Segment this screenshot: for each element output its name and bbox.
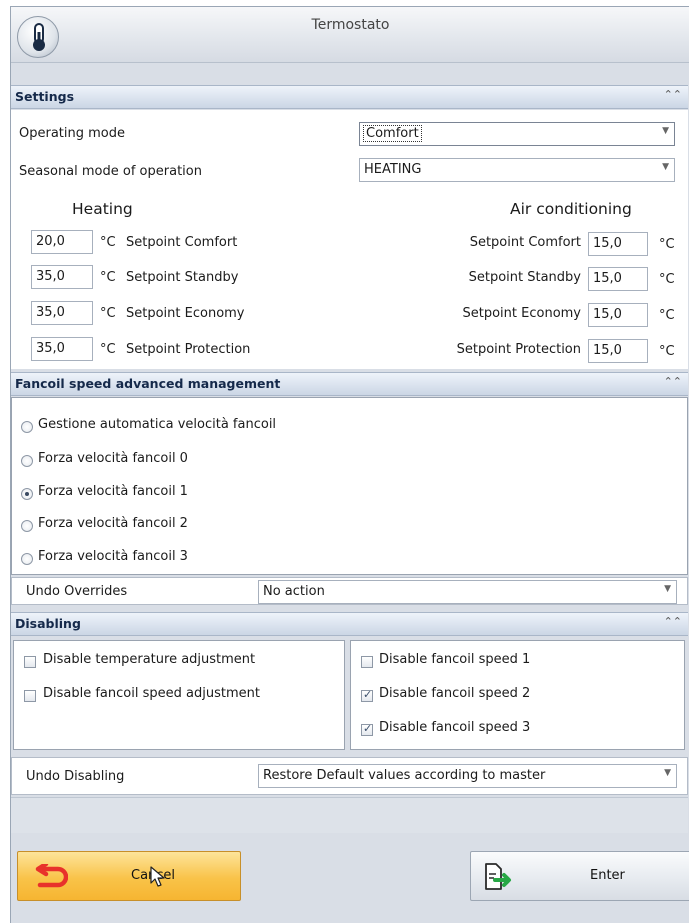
unit-label: °C xyxy=(659,308,675,323)
heating-setpoint-standby-label: Setpoint Standby xyxy=(126,270,239,285)
checkbox-disable-fancoil-adjust[interactable] xyxy=(24,690,36,702)
unit-label: °C xyxy=(100,342,116,357)
fancoil-section-header[interactable]: Fancoil speed advanced management ⌃⌃ xyxy=(11,372,688,396)
seasonal-mode-label: Seasonal mode of operation xyxy=(19,164,202,179)
window-title: Termostato xyxy=(311,17,390,33)
disabling-section-title: Disabling xyxy=(15,616,81,631)
radio-label[interactable]: Forza velocità fancoil 2 xyxy=(38,516,188,531)
heating-setpoint-protection-input[interactable]: 35,0 xyxy=(31,337,93,361)
enter-button[interactable]: Enter xyxy=(470,851,689,901)
checkbox-label[interactable]: Disable temperature adjustment xyxy=(43,652,255,667)
undo-disabling-label: Undo Disabling xyxy=(26,769,125,784)
checkbox-disable-speed-2[interactable] xyxy=(361,688,373,702)
undo-overrides-value: No action xyxy=(263,584,325,599)
undo-disabling-select[interactable]: Restore Default values according to mast… xyxy=(258,764,677,788)
enter-button-label: Enter xyxy=(590,868,625,883)
heating-heading: Heating xyxy=(72,200,133,218)
settings-section-header[interactable]: Settings ⌃⌃ xyxy=(11,85,688,109)
disabling-left-group: Disable temperature adjustment Disable f… xyxy=(13,640,345,750)
radio-label[interactable]: Gestione automatica velocità fancoil xyxy=(38,417,276,432)
checkbox-label[interactable]: Disable fancoil speed adjustment xyxy=(43,686,260,701)
chevron-down-icon: ▼ xyxy=(662,126,669,136)
aircon-setpoint-protection-input[interactable]: 15,0 xyxy=(588,339,648,363)
heating-setpoint-comfort-input[interactable]: 20,0 xyxy=(31,230,93,254)
unit-label: °C xyxy=(100,306,116,321)
collapse-icon[interactable]: ⌃⌃ xyxy=(664,615,682,628)
checkbox-label[interactable]: Disable fancoil speed 3 xyxy=(379,720,530,735)
unit-label: °C xyxy=(659,272,675,287)
aircon-setpoint-comfort-label: Setpoint Comfort xyxy=(469,235,581,250)
disabling-right-group: Disable fancoil speed 1 Disable fancoil … xyxy=(350,640,685,750)
bottom-spacer xyxy=(11,797,688,833)
seasonal-mode-select[interactable]: HEATING ▼ xyxy=(359,158,675,182)
aircon-setpoint-economy-label: Setpoint Economy xyxy=(462,306,582,321)
heating-setpoint-standby-input[interactable]: 35,0 xyxy=(31,265,93,289)
fancoil-section-title: Fancoil speed advanced management xyxy=(15,376,281,391)
checkbox-disable-temperature[interactable] xyxy=(24,656,36,668)
heating-setpoint-economy-label: Setpoint Economy xyxy=(126,306,245,321)
title-bar: Termostato xyxy=(11,7,689,63)
radio-label[interactable]: Forza velocità fancoil 1 xyxy=(38,484,188,499)
radio-force-speed-2[interactable] xyxy=(21,520,33,532)
disabling-panel: Disable temperature adjustment Disable f… xyxy=(11,637,688,755)
thermostat-window: Termostato Settings ⌃⌃ Operating mode Co… xyxy=(10,6,689,923)
undo-disabling-row: Undo Disabling Restore Default values ac… xyxy=(11,757,688,795)
operating-mode-label: Operating mode xyxy=(19,126,125,141)
radio-label[interactable]: Forza velocità fancoil 0 xyxy=(38,451,188,466)
disabling-section-header[interactable]: Disabling ⌃⌃ xyxy=(11,612,688,636)
undo-overrides-label: Undo Overrides xyxy=(26,584,128,599)
settings-section-title: Settings xyxy=(15,89,75,104)
operating-mode-value: Comfort xyxy=(363,125,422,142)
aircon-setpoint-comfort-input[interactable]: 15,0 xyxy=(588,232,648,256)
undo-overrides-row: Undo Overrides No action ▼ xyxy=(11,577,688,605)
unit-label: °C xyxy=(100,235,116,250)
undo-overrides-select[interactable]: No action ▼ xyxy=(258,580,677,604)
cancel-button[interactable]: Cancel xyxy=(17,851,241,901)
checkbox-label[interactable]: Disable fancoil speed 1 xyxy=(379,652,530,667)
checkbox-disable-speed-3[interactable] xyxy=(361,722,373,736)
undo-arrow-icon xyxy=(35,864,68,888)
settings-panel: Operating mode Comfort ▼ Seasonal mode o… xyxy=(11,110,688,369)
unit-label: °C xyxy=(659,237,675,252)
radio-force-speed-1[interactable] xyxy=(21,488,33,500)
air-conditioning-heading: Air conditioning xyxy=(510,200,632,218)
fancoil-panel: Gestione automatica velocità fancoil For… xyxy=(11,397,688,575)
chevron-down-icon: ▼ xyxy=(664,768,671,778)
heating-setpoint-protection-label: Setpoint Protection xyxy=(126,342,251,357)
operating-mode-select[interactable]: Comfort ▼ xyxy=(359,122,675,146)
aircon-setpoint-standby-input[interactable]: 15,0 xyxy=(588,267,648,291)
collapse-icon[interactable]: ⌃⌃ xyxy=(664,375,682,388)
chevron-down-icon: ▼ xyxy=(664,584,671,594)
heating-setpoint-comfort-label: Setpoint Comfort xyxy=(126,235,238,250)
mouse-cursor-icon xyxy=(150,866,165,887)
aircon-setpoint-economy-input[interactable]: 15,0 xyxy=(588,303,648,327)
radio-force-speed-3[interactable] xyxy=(21,553,33,565)
aircon-setpoint-protection-label: Setpoint Protection xyxy=(456,342,581,357)
chevron-down-icon: ▼ xyxy=(662,162,669,172)
unit-label: °C xyxy=(100,270,116,285)
checkbox-disable-speed-1[interactable] xyxy=(361,656,373,668)
collapse-icon[interactable]: ⌃⌃ xyxy=(664,88,682,101)
aircon-setpoint-standby-label: Setpoint Standby xyxy=(468,270,581,285)
enter-document-icon xyxy=(485,863,511,890)
radio-force-speed-0[interactable] xyxy=(21,455,33,467)
heating-setpoint-economy-input[interactable]: 35,0 xyxy=(31,301,93,325)
unit-label: °C xyxy=(659,344,675,359)
seasonal-mode-value: HEATING xyxy=(364,162,422,177)
checkbox-label[interactable]: Disable fancoil speed 2 xyxy=(379,686,530,701)
radio-label[interactable]: Forza velocità fancoil 3 xyxy=(38,549,188,564)
radio-auto-speed[interactable] xyxy=(21,421,33,433)
undo-disabling-value: Restore Default values according to mast… xyxy=(263,768,546,783)
